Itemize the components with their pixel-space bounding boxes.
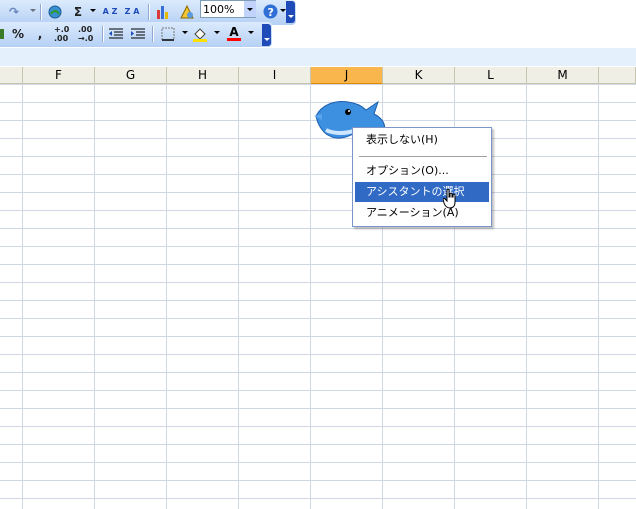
hand-cursor-icon — [443, 189, 456, 209]
column-header-j[interactable]: J — [311, 67, 383, 84]
increase-decimal-button[interactable]: +.0 .00 — [54, 24, 74, 43]
column-header-partial[interactable] — [0, 67, 23, 84]
help-icon[interactable]: ? — [262, 2, 278, 21]
column-header-h[interactable]: H — [167, 67, 239, 84]
menu-item-hide[interactable]: 表示しない(H) — [355, 130, 489, 150]
font-color-letter: A — [229, 25, 239, 39]
zoom-dropdown-button[interactable] — [244, 1, 256, 17]
borders-icon[interactable] — [160, 24, 176, 43]
sort-descending-label: Z A — [124, 6, 140, 16]
chevron-down-icon — [247, 8, 253, 11]
column-header-l[interactable]: L — [455, 67, 527, 84]
column-header-g[interactable]: G — [95, 67, 167, 84]
column-header-k[interactable]: K — [383, 67, 455, 84]
sort-ascending-label: A Z — [102, 6, 118, 16]
chart-wizard-icon[interactable] — [154, 2, 172, 21]
column-header-f[interactable]: F — [23, 67, 95, 84]
toolbar-area: ↷ Σ A Z Z A 100% ? % , +.0 .00 .00 →.0 A — [0, 0, 636, 50]
percent-button[interactable]: % — [10, 24, 26, 43]
toolbar-options-chevron-icon[interactable] — [286, 1, 295, 23]
currency-icon[interactable] — [0, 24, 6, 43]
gridline — [526, 84, 527, 509]
borders-dropdown-icon[interactable] — [182, 31, 188, 34]
autosum-dropdown-icon[interactable] — [90, 9, 96, 12]
formatting-toolbar: % , +.0 .00 .00 →.0 A — [0, 22, 272, 47]
assistant-context-menu: 表示しない(H) オプション(O)... アシスタントの選択(C)... アニメ… — [352, 127, 492, 227]
gridline — [94, 84, 95, 509]
menu-item-choose-assistant[interactable]: アシスタントの選択(C)... — [355, 182, 489, 218]
font-color-icon[interactable]: A — [226, 24, 242, 43]
menu-item-animation[interactable]: アニメーション(A) — [355, 203, 489, 223]
zoom-value: 100% — [203, 3, 235, 16]
gridline — [22, 84, 23, 509]
svg-text:?: ? — [267, 6, 273, 19]
gridline — [598, 84, 599, 509]
toolbar-options-chevron-icon[interactable] — [262, 24, 271, 46]
comma-style-button[interactable]: , — [34, 24, 46, 43]
separator — [102, 26, 104, 42]
hyperlink-icon[interactable] — [46, 2, 64, 21]
font-color-swatch — [227, 38, 241, 41]
increase-indent-icon[interactable] — [130, 24, 146, 43]
column-header-partial[interactable] — [599, 67, 636, 84]
separator — [40, 4, 42, 20]
sort-descending-icon[interactable]: Z A — [124, 2, 140, 21]
fill-color-dropdown-icon[interactable] — [214, 31, 220, 34]
formula-bar-area — [0, 48, 636, 66]
drawing-icon[interactable] — [178, 2, 196, 21]
decrease-decimal-button[interactable]: .00 →.0 — [78, 24, 98, 43]
decrease-indent-icon[interactable] — [108, 24, 124, 43]
column-header-i[interactable]: I — [239, 67, 311, 84]
separator — [152, 26, 154, 42]
font-color-dropdown-icon[interactable] — [248, 31, 254, 34]
separator — [148, 4, 150, 20]
menu-separator — [359, 156, 487, 157]
column-header-m[interactable]: M — [527, 67, 599, 84]
sort-ascending-icon[interactable]: A Z — [102, 2, 118, 21]
redo-dropdown-icon[interactable] — [30, 9, 36, 12]
gridline — [238, 84, 239, 509]
gridline — [166, 84, 167, 509]
fill-color-icon[interactable] — [192, 24, 208, 43]
redo-icon[interactable]: ↷ — [6, 2, 22, 21]
gridline — [310, 84, 311, 509]
menu-item-options[interactable]: オプション(O)... — [355, 161, 489, 181]
autosum-icon[interactable]: Σ — [70, 2, 86, 21]
worksheet-grid[interactable] — [0, 84, 636, 509]
